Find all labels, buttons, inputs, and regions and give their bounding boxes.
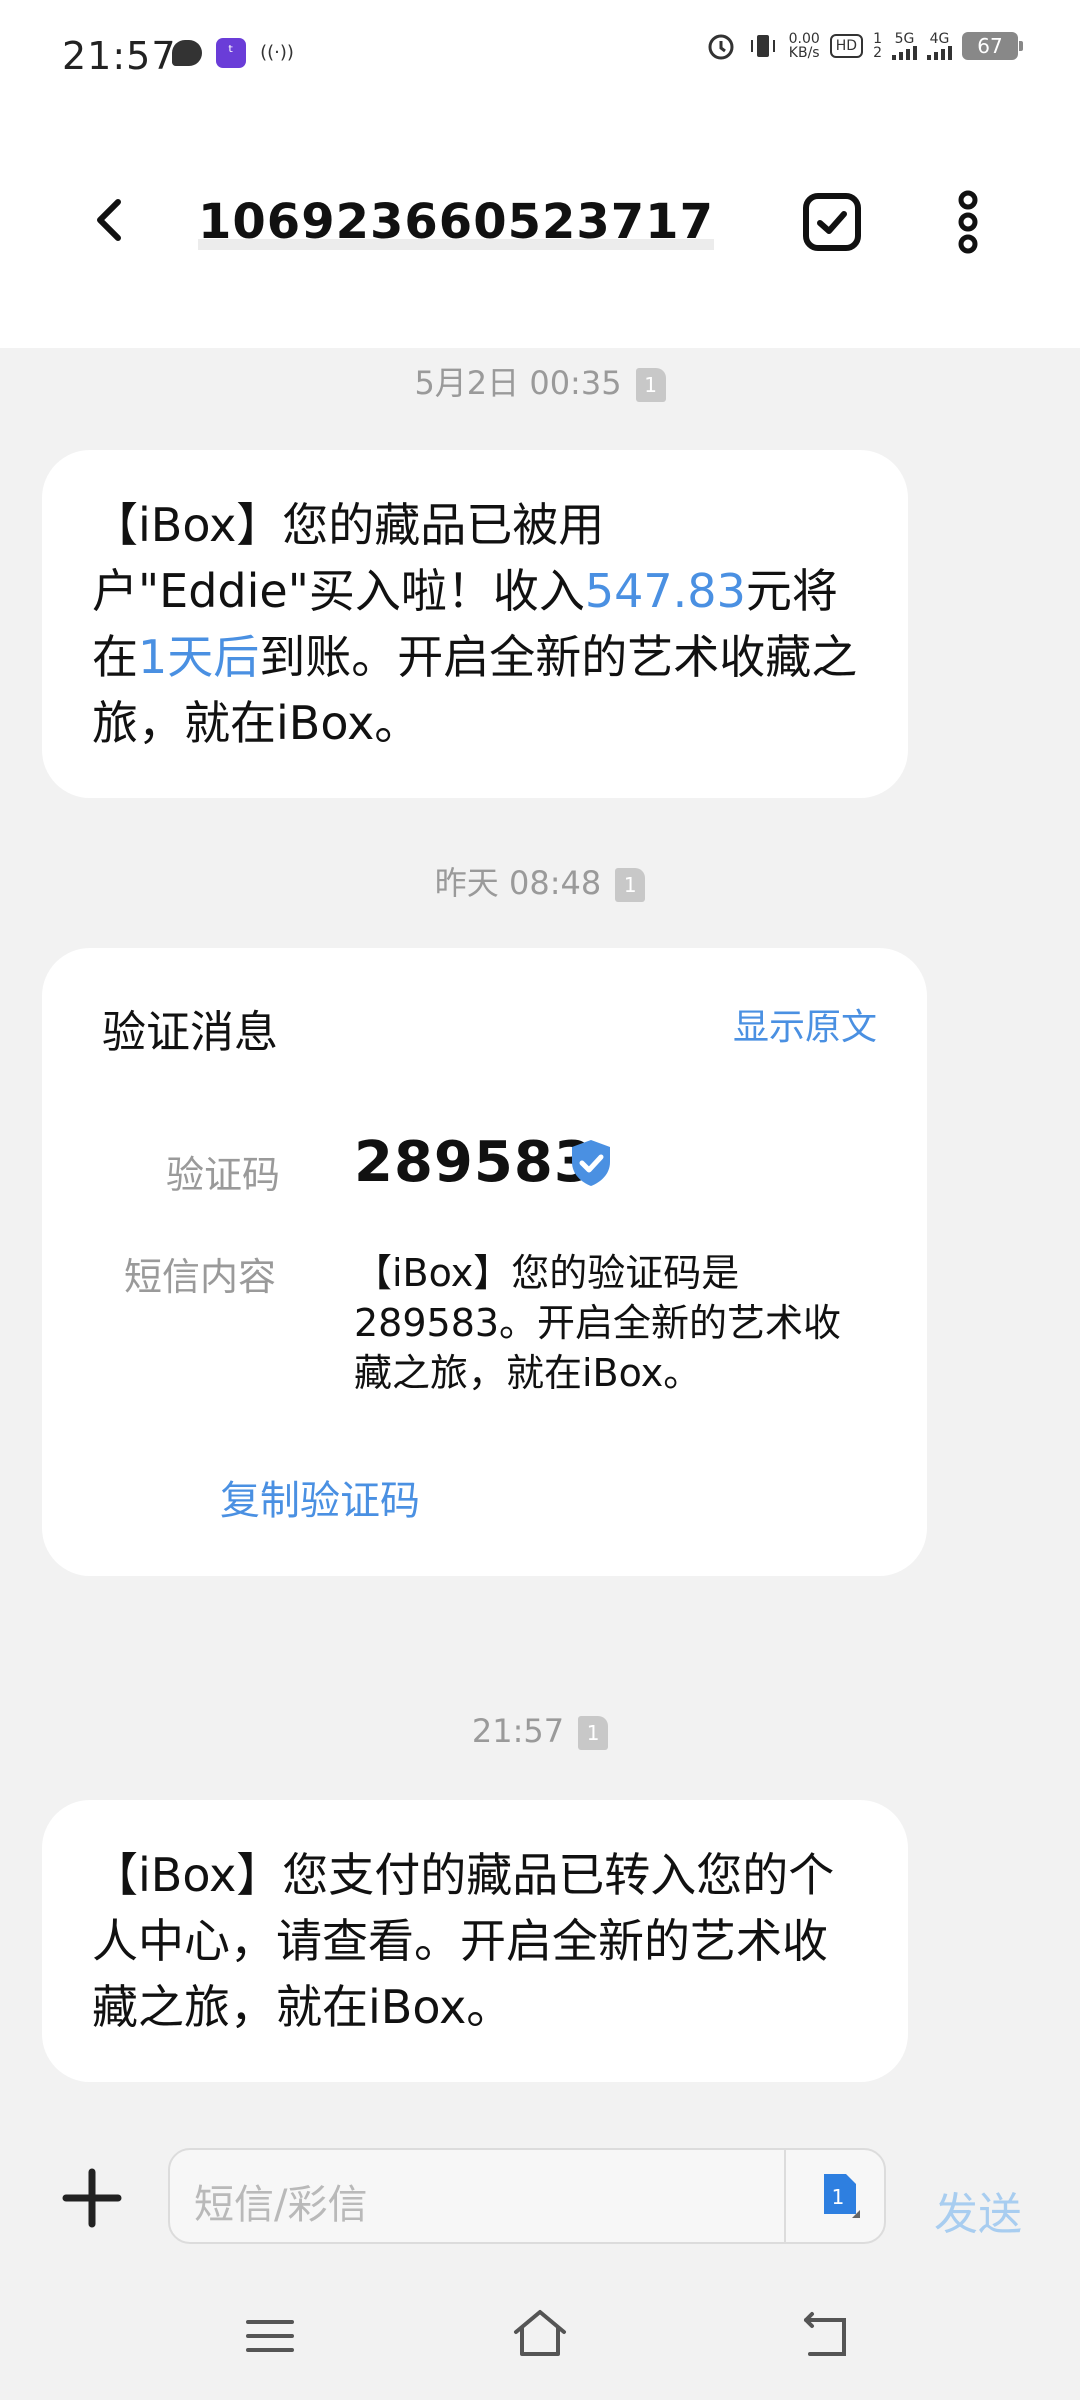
more-vertical-icon[interactable] bbox=[948, 190, 988, 254]
app-notification-icon: ᵗ bbox=[216, 38, 246, 68]
status-time: 21:57 bbox=[62, 34, 177, 78]
sms-content: 【iBox】您的验证码是289583。开启全新的艺术收藏之旅，就在iBox。 bbox=[354, 1251, 842, 1395]
net-speed: 0.00 KB/s bbox=[788, 31, 820, 61]
menu-icon[interactable] bbox=[246, 2316, 294, 2356]
verification-card: 验证消息 显示原文 验证码 289583 短信内容 【iBox】您的验证码是28… bbox=[42, 948, 927, 1576]
amount-link[interactable]: 547.83 bbox=[585, 564, 746, 618]
hd-icon: HD bbox=[829, 34, 864, 58]
conversation-header: 106923660523717 bbox=[0, 110, 1080, 348]
code-label: 验证码 bbox=[166, 1153, 281, 1197]
send-button[interactable]: 发送 bbox=[934, 2178, 1022, 2242]
message-bubble[interactable]: 【iBox】您的藏品已被用户"Eddie"买入啦！收入547.83元将在1天后到… bbox=[42, 450, 908, 798]
verified-shield-icon bbox=[572, 1140, 610, 1186]
plus-icon[interactable] bbox=[62, 2168, 122, 2228]
alarm-icon bbox=[708, 34, 734, 60]
message-bubble[interactable]: 【iBox】您支付的藏品已转入您的个人中心，请查看。开启全新的艺术收藏之旅，就在… bbox=[42, 1800, 908, 2082]
status-right-icons: 0.00 KB/s HD 12 5G 4G 67 bbox=[705, 30, 1023, 62]
date-link[interactable]: 1天后 bbox=[138, 630, 259, 684]
hotspot-icon: ((·)) bbox=[260, 42, 294, 63]
message-input[interactable]: 短信/彩信 1 bbox=[168, 2148, 886, 2244]
back-nav-icon[interactable] bbox=[800, 2310, 850, 2358]
sim-select-icon[interactable]: 1 bbox=[820, 2170, 860, 2222]
message-notification-icon bbox=[172, 40, 202, 66]
sim-indicator: 12 bbox=[873, 31, 882, 61]
signal-4g-icon: 4G bbox=[927, 32, 952, 60]
status-bar: 21:57 ᵗ ((·)) 0.00 KB/s HD 12 5G 4G 67 bbox=[0, 0, 1080, 110]
signal-5g-icon: 5G bbox=[892, 32, 917, 60]
home-icon[interactable] bbox=[510, 2308, 570, 2358]
show-original-button[interactable]: 显示原文 bbox=[733, 998, 877, 1050]
sim-card-icon: 1 bbox=[578, 1716, 609, 1750]
system-nav-bar bbox=[0, 2278, 1080, 2400]
status-left-icons: ᵗ ((·)) bbox=[172, 38, 294, 68]
compose-bar: 短信/彩信 1 发送 bbox=[0, 2118, 1080, 2278]
card-title: 验证消息 bbox=[102, 1007, 278, 1058]
contact-number: 106923660523717 bbox=[198, 194, 714, 250]
vibrate-icon bbox=[750, 35, 775, 57]
input-placeholder: 短信/彩信 bbox=[194, 2182, 368, 2228]
message-timestamp: 21:57 1 bbox=[0, 1712, 1080, 1750]
back-icon[interactable] bbox=[84, 192, 140, 248]
check-square-icon[interactable] bbox=[800, 190, 864, 254]
verification-code[interactable]: 289583 bbox=[354, 1130, 594, 1195]
copy-code-button[interactable]: 复制验证码 bbox=[42, 1468, 927, 1526]
message-timestamp: 5月2日 00:35 1 bbox=[0, 358, 1080, 404]
svg-text:1: 1 bbox=[832, 2185, 845, 2209]
message-timestamp: 昨天 08:48 1 bbox=[0, 858, 1080, 904]
battery-icon: 67 bbox=[962, 32, 1023, 60]
sim-card-icon: 1 bbox=[635, 368, 666, 402]
sim-card-icon: 1 bbox=[615, 868, 646, 902]
content-label: 短信内容 bbox=[124, 1255, 277, 1299]
